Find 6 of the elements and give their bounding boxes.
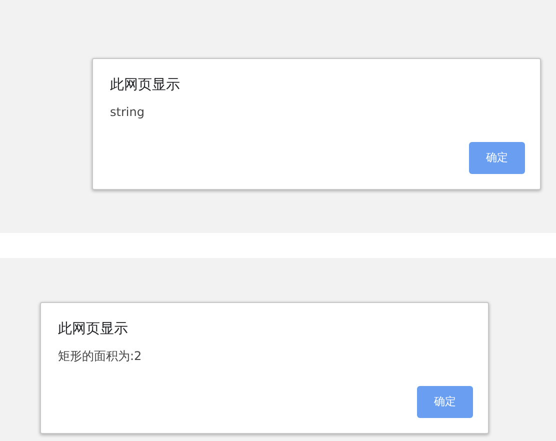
dialog-title: 此网页显示	[58, 320, 129, 339]
dialog-title: 此网页显示	[110, 76, 181, 95]
dialog-message: 矩形的面积为:2	[58, 348, 143, 364]
ok-button[interactable]: 确定	[469, 142, 525, 174]
dialog-message: string	[110, 104, 146, 120]
ok-button[interactable]: 确定	[417, 386, 473, 418]
